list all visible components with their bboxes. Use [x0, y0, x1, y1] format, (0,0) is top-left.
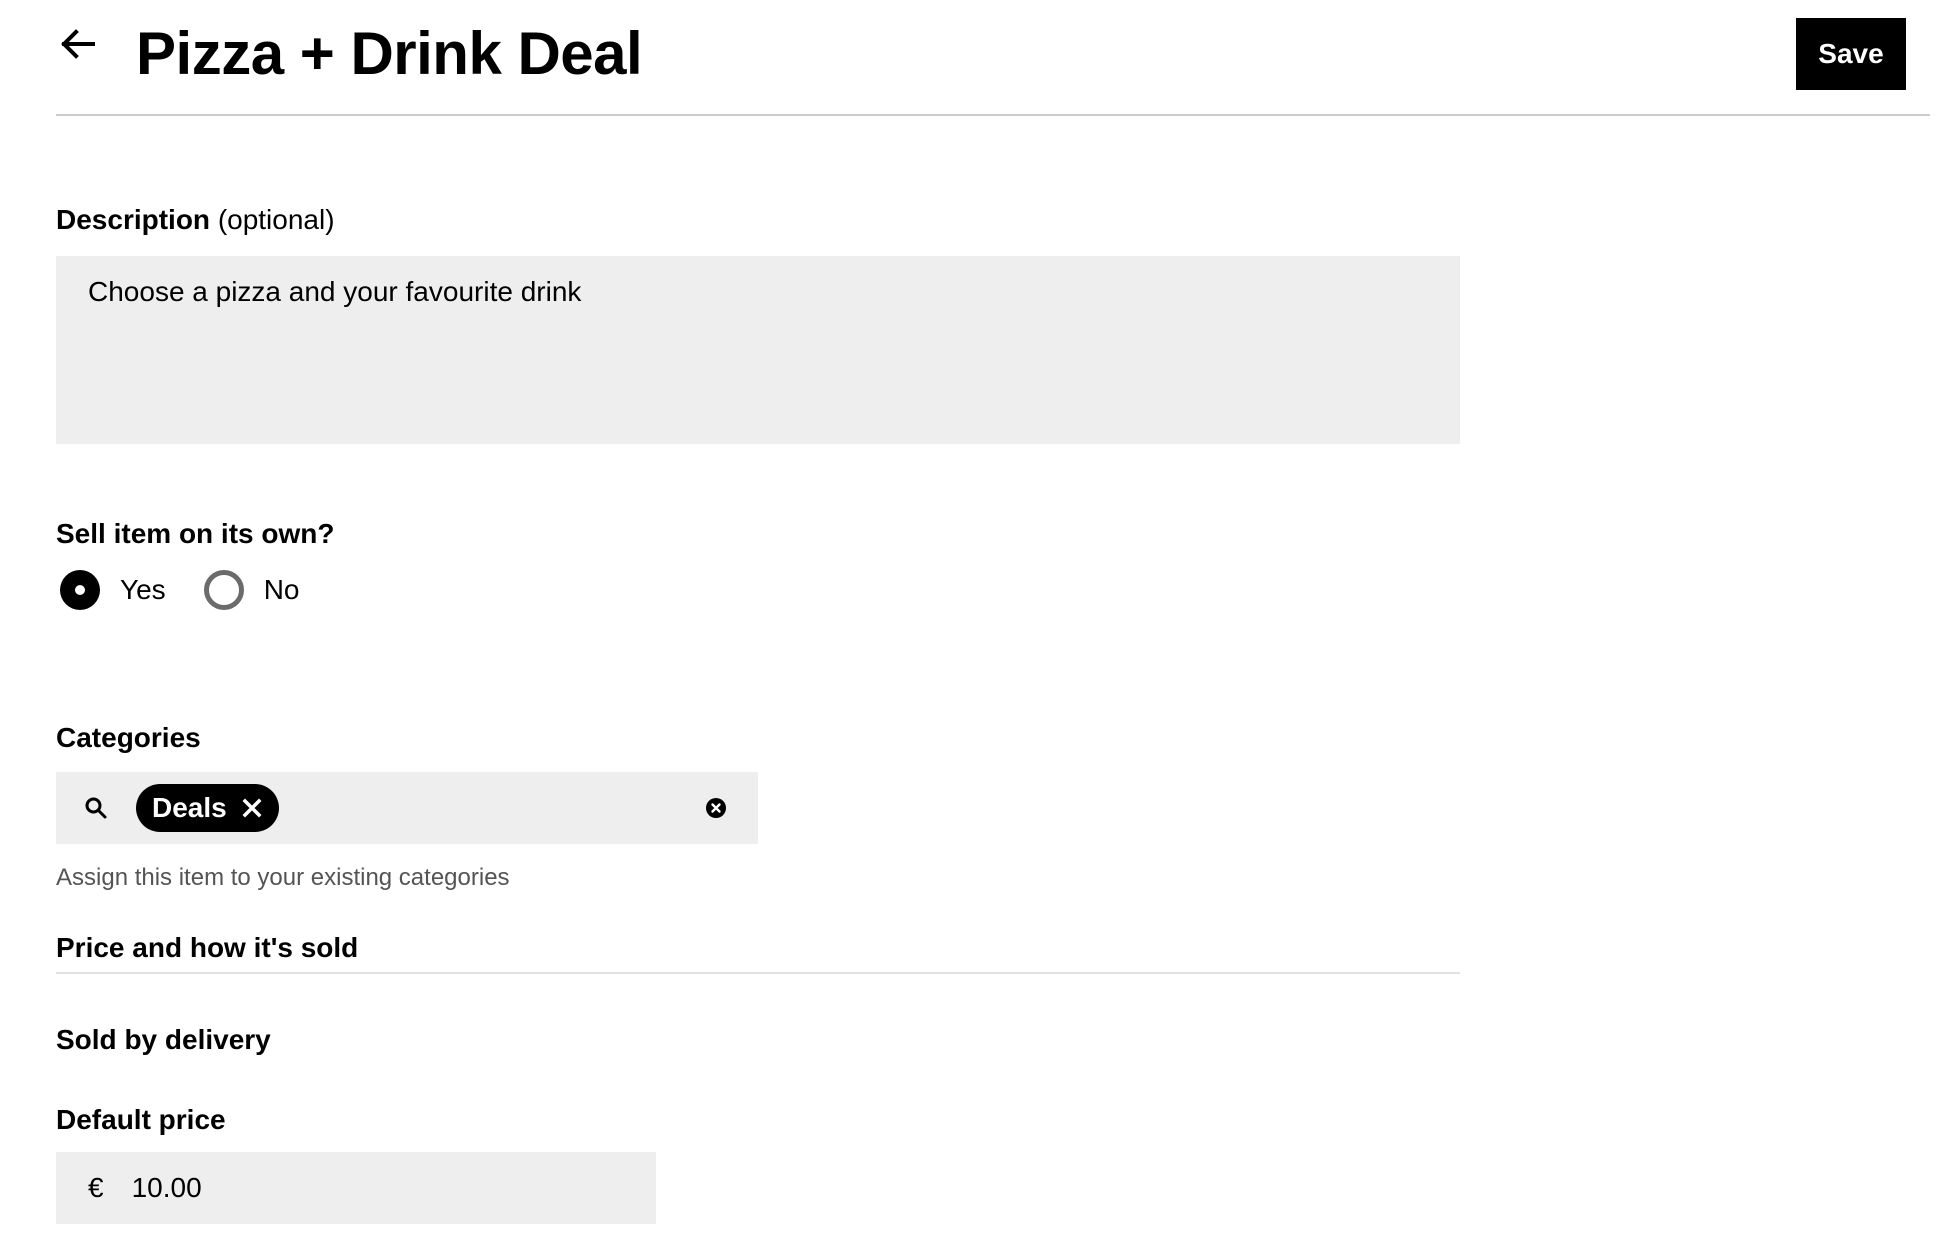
description-label: Description (optional): [56, 202, 335, 238]
save-button[interactable]: Save: [1796, 18, 1906, 90]
sell-on-own-label: Sell item on its own?: [56, 518, 335, 549]
optional-text: (optional): [217, 204, 335, 235]
radio-option-no[interactable]: No: [200, 570, 300, 610]
price-section-title: Price and how it's sold: [56, 932, 359, 963]
description-field[interactable]: Choose a pizza and your favourite drink: [56, 256, 1460, 444]
sell-on-own-radio-group: Yes No: [56, 570, 333, 610]
default-price-input[interactable]: € 10.00: [56, 1152, 656, 1224]
description-label-text: Description: [56, 204, 211, 235]
sold-by-delivery-label: Sold by delivery: [56, 1024, 271, 1055]
currency-symbol: €: [88, 1172, 104, 1203]
default-price-label: Default price: [56, 1104, 226, 1135]
page-title: Pizza + Drink Deal: [136, 20, 643, 87]
radio-no-label: No: [263, 574, 300, 605]
category-chip-label: Deals: [152, 792, 227, 823]
radio-no-unchecked[interactable]: [203, 570, 244, 610]
page-header: Pizza + Drink Deal Save: [56, 0, 1930, 116]
categories-label: Categories: [56, 722, 201, 753]
close-icon[interactable]: [241, 797, 263, 819]
category-chip-deals[interactable]: Deals: [136, 784, 279, 832]
radio-option-yes[interactable]: Yes: [56, 570, 166, 610]
categories-helper-text: Assign this item to your existing catego…: [56, 864, 510, 891]
price-section-header: Price and how it's sold: [56, 930, 1460, 974]
radio-yes-checked[interactable]: [60, 570, 100, 610]
search-icon: [85, 797, 107, 819]
back-button[interactable]: [56, 22, 100, 66]
default-price-value: 10.00: [131, 1172, 202, 1203]
arrow-left-icon: [61, 29, 95, 59]
clear-circle-icon[interactable]: [706, 798, 726, 818]
radio-yes-label: Yes: [120, 574, 166, 605]
categories-input[interactable]: Deals: [56, 772, 758, 844]
